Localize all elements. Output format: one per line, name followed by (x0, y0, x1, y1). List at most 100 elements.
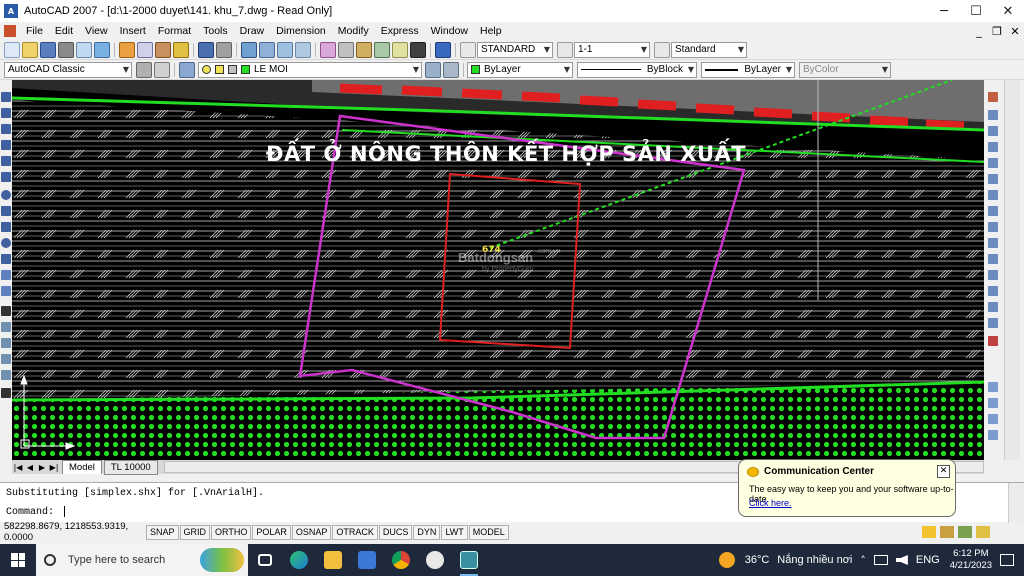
region-icon[interactable] (1, 354, 11, 364)
weather-icon[interactable] (718, 552, 735, 568)
calculator-icon[interactable] (410, 41, 426, 58)
taskbar-search[interactable]: Type here to search (36, 544, 248, 576)
coordinate-readout[interactable]: 582298.8679, 1218553.9319, 0.0000 (0, 521, 146, 543)
next-tab-button[interactable]: ▶ (36, 463, 48, 472)
command-scrollbar[interactable] (1008, 483, 1024, 523)
polar-toggle[interactable]: POLAR (252, 524, 291, 540)
zoom-window-icon[interactable] (277, 41, 293, 58)
array-icon[interactable] (988, 158, 998, 168)
text-style-select[interactable]: STANDARD ▼ (477, 41, 553, 58)
menu-edit[interactable]: Edit (49, 22, 79, 40)
weather-temperature[interactable]: 36°C (745, 554, 770, 566)
open-icon[interactable] (22, 41, 38, 58)
send-back-icon[interactable] (988, 414, 998, 424)
weather-description[interactable]: Nắng nhiều nơi (777, 554, 852, 566)
clean-screen-icon[interactable] (976, 526, 990, 538)
multiline-text-icon[interactable] (1, 388, 11, 398)
menu-window[interactable]: Window (425, 22, 474, 40)
scale-icon[interactable] (988, 206, 998, 216)
ortho-toggle[interactable]: ORTHO (211, 524, 252, 540)
stretch-icon[interactable] (988, 222, 998, 232)
last-tab-button[interactable]: ▶| (48, 463, 60, 472)
insert-block-icon[interactable] (1, 270, 11, 280)
task-view-button[interactable] (248, 544, 282, 576)
first-tab-button[interactable]: |◀ (12, 463, 24, 472)
tool-palettes-icon[interactable] (356, 41, 372, 58)
lineweight-select[interactable]: ByLayer ▼ (701, 61, 795, 78)
tab-model[interactable]: Model (62, 460, 102, 474)
polygon-icon[interactable] (1, 140, 11, 150)
edge-button[interactable] (282, 544, 316, 576)
communication-center-icon[interactable] (922, 526, 936, 538)
doc-minimize-button[interactable]: _ (970, 25, 988, 38)
chrome-button[interactable] (384, 544, 418, 576)
menu-insert[interactable]: Insert (114, 22, 152, 40)
close-button[interactable]: ✕ (992, 0, 1024, 22)
arc-icon[interactable] (1, 172, 11, 182)
sheet-set-icon[interactable] (374, 41, 390, 58)
dim-style-select[interactable]: 1-1 ▼ (574, 41, 650, 58)
ellipse-arc-icon[interactable] (1, 254, 11, 264)
start-button[interactable] (0, 544, 36, 576)
ducs-toggle[interactable]: DUCS (378, 524, 413, 540)
point-icon[interactable] (1, 306, 11, 316)
design-center-icon[interactable] (338, 41, 354, 58)
revision-cloud-icon[interactable] (1, 206, 11, 216)
menu-tools[interactable]: Tools (197, 22, 234, 40)
dyn-toggle[interactable]: DYN (413, 524, 441, 540)
extend-icon[interactable] (988, 254, 998, 264)
make-block-icon[interactable] (1, 286, 11, 296)
volume-icon[interactable] (895, 555, 908, 565)
store-button[interactable] (350, 544, 384, 576)
workspace-save-icon[interactable] (154, 61, 170, 78)
tab-tl-10000[interactable]: TL 10000 (103, 459, 158, 475)
match-properties-icon[interactable] (173, 41, 189, 58)
otrack-toggle[interactable]: OTRACK (332, 524, 378, 540)
hatch-icon[interactable] (1, 322, 11, 332)
language-indicator[interactable]: ENG (916, 554, 940, 566)
doc-close-button[interactable]: ✕ (1006, 25, 1024, 38)
zoom-previous-icon[interactable] (295, 41, 311, 58)
chevron-up-icon[interactable]: ˄ (860, 554, 866, 567)
explode-icon[interactable] (988, 336, 998, 346)
document-icon[interactable] (4, 25, 16, 37)
fillet-icon[interactable] (988, 318, 998, 328)
menu-file[interactable]: File (20, 22, 49, 40)
circle-icon[interactable] (1, 190, 11, 200)
menu-view[interactable]: View (79, 22, 114, 40)
tray-settings-icon[interactable] (958, 526, 972, 538)
construction-line-icon[interactable] (1, 108, 11, 118)
plot-preview-icon[interactable] (76, 41, 92, 58)
balloon-close-button[interactable]: ✕ (937, 465, 950, 478)
network-icon[interactable] (873, 555, 888, 565)
layer-previous-icon[interactable] (443, 61, 459, 78)
autocad-app-icon[interactable]: A (4, 4, 18, 18)
join-icon[interactable] (988, 286, 998, 296)
plot-icon[interactable] (58, 41, 74, 58)
bring-front-icon[interactable] (988, 398, 998, 408)
rotate-icon[interactable] (988, 190, 998, 200)
layer-manager-icon[interactable] (179, 61, 195, 78)
break-icon[interactable] (988, 270, 998, 280)
lock-toolbar-icon[interactable] (940, 526, 954, 538)
table-icon[interactable] (1, 370, 11, 380)
minimize-button[interactable]: ─ (928, 0, 960, 22)
cut-icon[interactable] (119, 41, 135, 58)
draw-order-icon[interactable] (988, 382, 998, 392)
layer-select[interactable]: LE MOI ▼ (198, 61, 422, 78)
gradient-icon[interactable] (1, 338, 11, 348)
make-layer-current-icon[interactable] (425, 61, 441, 78)
lwt-toggle[interactable]: LWT (441, 524, 468, 540)
command-prompt[interactable]: Command: (6, 506, 66, 518)
redo-icon[interactable] (216, 41, 232, 58)
line-icon[interactable] (1, 92, 11, 102)
doc-restore-button[interactable]: ❐ (988, 25, 1006, 38)
rectangle-icon[interactable] (1, 156, 11, 166)
snap-toggle[interactable]: SNAP (146, 524, 179, 540)
ellipse-icon[interactable] (1, 238, 11, 248)
markup-icon[interactable] (392, 41, 408, 58)
text-front-icon[interactable] (988, 430, 998, 440)
prev-tab-button[interactable]: ◀ (24, 463, 36, 472)
grid-toggle[interactable]: GRID (179, 524, 211, 540)
menu-express[interactable]: Express (375, 22, 425, 40)
